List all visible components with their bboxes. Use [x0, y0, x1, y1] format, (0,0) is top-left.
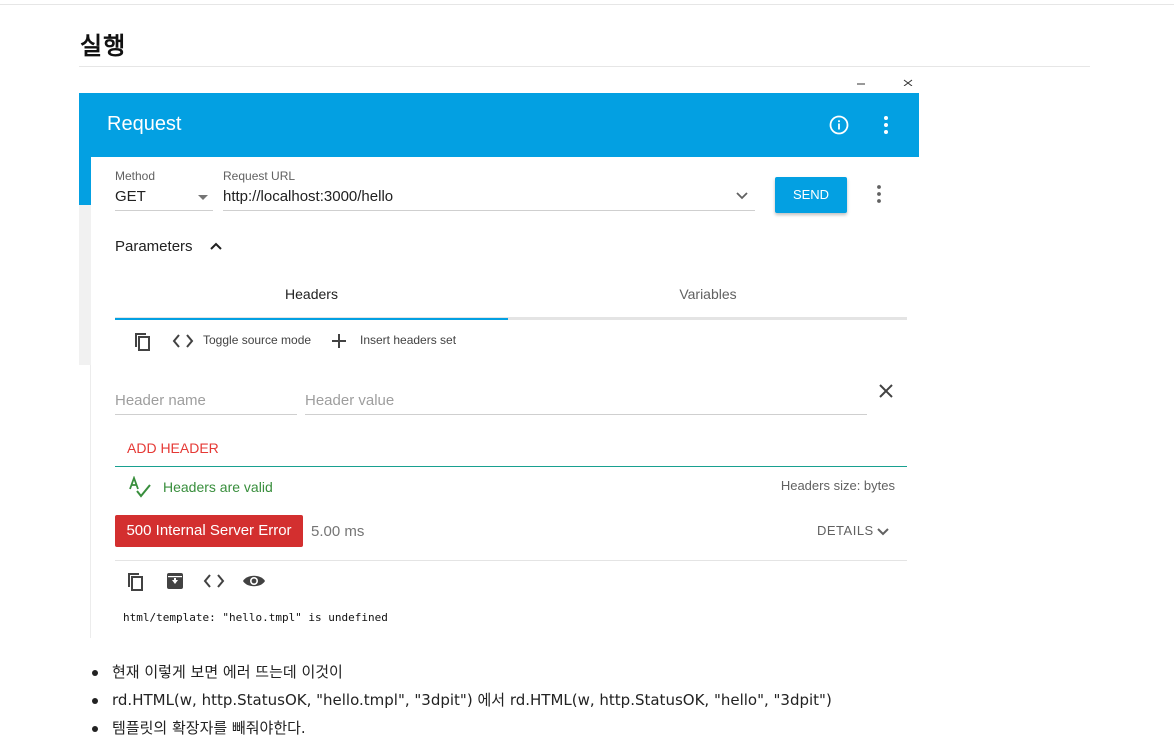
close-icon[interactable] — [878, 383, 894, 399]
chevron-down-icon[interactable] — [735, 191, 749, 201]
copy-response-icon[interactable] — [124, 570, 146, 592]
tab-variables[interactable]: Variables — [509, 286, 907, 302]
page-heading: 실행 — [80, 32, 127, 60]
notes-list: 현재 이렇게 보면 에러 뜨는데 이것이 rd.HTML(w, http.Sta… — [92, 660, 832, 744]
plus-icon[interactable] — [331, 333, 347, 349]
code-view-icon[interactable] — [203, 573, 225, 589]
top-divider — [0, 4, 1174, 5]
dropdown-arrow-icon[interactable] — [197, 194, 209, 202]
headers-size-text: Headers size: bytes — [780, 478, 895, 493]
sidebar-edge — [79, 157, 91, 638]
more-vert-icon[interactable] — [879, 114, 893, 136]
add-header-button[interactable]: ADD HEADER — [127, 440, 219, 456]
response-body: html/template: "hello.tmpl" is undefined — [123, 611, 388, 624]
insert-headers-set-button[interactable]: Insert headers set — [360, 333, 456, 347]
chevron-down-icon[interactable] — [876, 527, 890, 537]
status-badge: 500 Internal Server Error — [115, 515, 303, 547]
heading-divider — [79, 66, 1090, 67]
tab-headers[interactable]: Headers — [115, 286, 508, 302]
active-tab-indicator — [115, 318, 508, 320]
header-name-input[interactable]: Header name — [115, 392, 206, 409]
list-item: 템플릿의 확장자를 빼줘야한다. — [92, 716, 832, 744]
headers-valid-text: Headers are valid — [163, 479, 273, 495]
parameters-title[interactable]: Parameters — [115, 238, 193, 255]
request-panel-screenshot: Request Method GET Request URL http://lo… — [79, 93, 919, 638]
code-icon[interactable] — [172, 333, 194, 349]
method-label: Method — [115, 169, 156, 183]
list-item: rd.HTML(w, http.StatusOK, "hello.tmpl", … — [92, 688, 832, 716]
window-minimize-icon — [855, 74, 867, 89]
toggle-source-mode-button[interactable]: Toggle source mode — [203, 333, 311, 347]
app-title: Request — [107, 113, 182, 135]
details-toggle[interactable]: DETAILS — [817, 523, 874, 538]
list-item: 현재 이렇게 보면 에러 뜨는데 이것이 — [92, 660, 832, 688]
archive-icon[interactable] — [165, 571, 185, 591]
chevron-up-icon[interactable] — [209, 241, 223, 251]
url-input[interactable]: http://localhost:3000/hello — [223, 188, 393, 205]
send-button[interactable]: SEND — [775, 177, 847, 213]
request-options-icon[interactable] — [874, 184, 884, 204]
header-value-input[interactable]: Header value — [305, 392, 394, 409]
eye-icon[interactable] — [242, 572, 266, 590]
app-toolbar: Request — [79, 93, 919, 157]
url-label: Request URL — [223, 169, 296, 183]
window-close-icon — [902, 74, 914, 89]
info-icon[interactable] — [829, 115, 849, 135]
spellcheck-icon — [129, 476, 151, 498]
method-select[interactable]: GET — [115, 188, 146, 205]
response-time: 5.00 ms — [311, 523, 365, 540]
copy-icon[interactable] — [131, 330, 153, 352]
